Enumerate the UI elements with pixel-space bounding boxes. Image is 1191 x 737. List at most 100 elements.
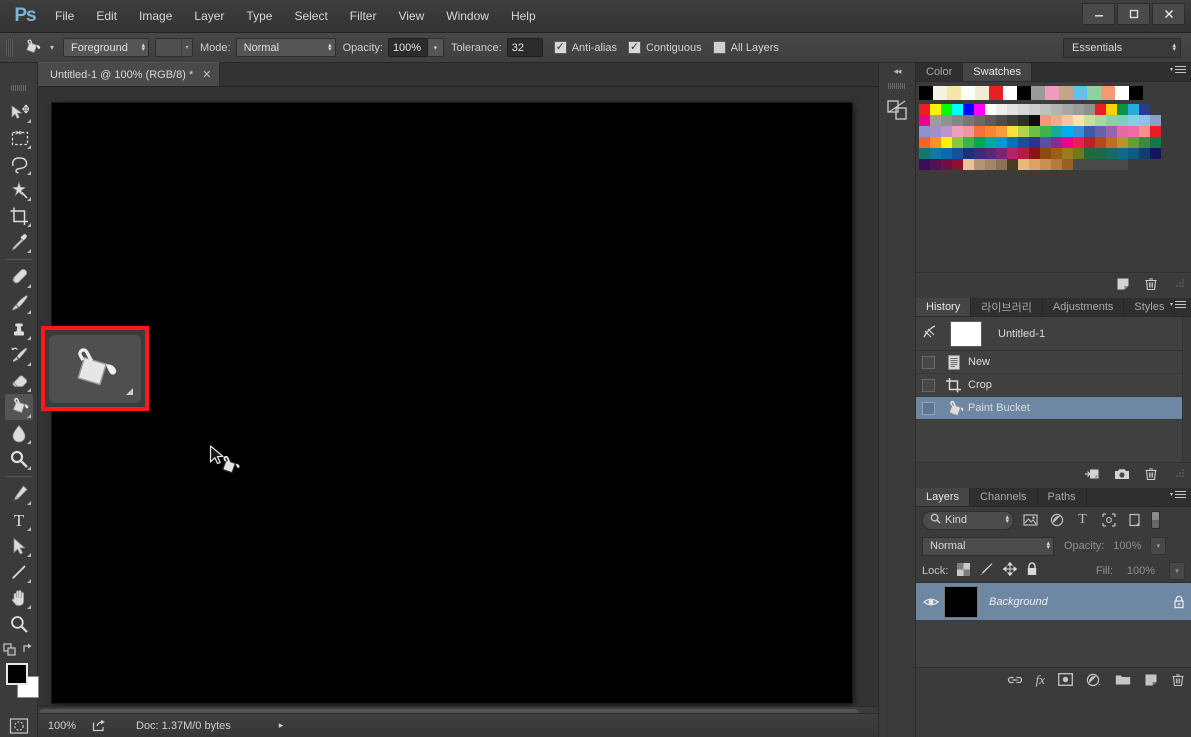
panel-menu-icon[interactable]: ▾ — [1170, 66, 1186, 73]
layer-opacity-slider-button[interactable]: ▾ — [1150, 537, 1167, 555]
history-tab-4[interactable]: Styles — [1124, 298, 1176, 316]
color-swatch[interactable] — [1139, 137, 1150, 148]
rectangular-marquee-tool[interactable] — [5, 125, 33, 151]
lock-transparent-pixels-icon[interactable] — [957, 562, 971, 579]
trash-icon[interactable] — [1144, 467, 1158, 481]
color-swatch[interactable] — [1029, 137, 1040, 148]
color-swatch[interactable] — [1106, 104, 1117, 115]
contiguous-checkbox[interactable]: ✓ Contiguous — [627, 41, 702, 54]
lock-all-icon[interactable] — [1026, 562, 1038, 579]
recent-swatch[interactable] — [1045, 86, 1059, 100]
color-swatch[interactable] — [1073, 159, 1084, 170]
history-brush-source-checkbox[interactable] — [922, 401, 935, 415]
history-snapshot-row[interactable]: Untitled-1 — [916, 317, 1191, 351]
color-swatch[interactable] — [1007, 104, 1018, 115]
color-swatch[interactable] — [996, 159, 1007, 170]
type-layer-filter-icon[interactable]: T — [1073, 511, 1092, 530]
lock-image-pixels-icon[interactable] — [979, 563, 994, 579]
color-swatch[interactable] — [963, 148, 974, 159]
color-swatch[interactable] — [996, 137, 1007, 148]
color-swatch[interactable] — [1040, 115, 1051, 126]
path-selection-tool[interactable] — [5, 533, 33, 559]
quick-selection-tool[interactable] — [5, 177, 33, 203]
color-swatch[interactable] — [1106, 115, 1117, 126]
color-swatch[interactable] — [1062, 137, 1073, 148]
color-swatch[interactable] — [1128, 115, 1139, 126]
panel-resize-grip[interactable] — [1176, 469, 1185, 478]
line-tool[interactable] — [5, 559, 33, 585]
color-swatch[interactable] — [941, 115, 952, 126]
color-swatch[interactable] — [1117, 137, 1128, 148]
color-swatch[interactable] — [1029, 148, 1040, 159]
color-swatch[interactable] — [1051, 104, 1062, 115]
all-layers-checkbox[interactable]: All Layers — [712, 41, 779, 54]
color-swatch[interactable] — [985, 137, 996, 148]
color-swatch[interactable] — [1018, 137, 1029, 148]
pixel-layer-filter-icon[interactable] — [1021, 511, 1040, 530]
add-layer-mask-icon[interactable] — [1058, 673, 1073, 686]
opacity-input[interactable]: 100% — [387, 38, 428, 57]
color-swatch[interactable] — [952, 148, 963, 159]
layer-visibility-eye-icon[interactable] — [920, 596, 942, 608]
color-swatch[interactable] — [963, 126, 974, 137]
tolerance-input[interactable]: 32 — [506, 38, 543, 57]
crop-tool[interactable] — [5, 203, 33, 229]
panel-menu-icon[interactable]: ▾ — [1170, 491, 1186, 498]
color-swatch[interactable] — [952, 137, 963, 148]
color-swatch[interactable] — [996, 115, 1007, 126]
color-swatch[interactable] — [930, 115, 941, 126]
menu-window[interactable]: Window — [435, 5, 500, 27]
color-swatch[interactable] — [1139, 104, 1150, 115]
history-state-row[interactable]: Crop — [916, 374, 1191, 397]
recent-swatch[interactable] — [961, 86, 975, 100]
recent-swatch[interactable] — [1017, 86, 1031, 100]
eyedropper-tool[interactable] — [5, 229, 33, 255]
color-swatch[interactable] — [1095, 115, 1106, 126]
trash-icon[interactable] — [1171, 673, 1185, 687]
color-swatch[interactable] — [930, 126, 941, 137]
color-swatch[interactable] — [952, 126, 963, 137]
history-tab-3[interactable]: Adjustments — [1043, 298, 1125, 316]
menu-layer[interactable]: Layer — [183, 5, 235, 27]
panel-menu-icon[interactable]: ▾ — [1170, 301, 1186, 308]
opacity-slider-button[interactable]: ▾ — [427, 38, 444, 57]
color-swatch[interactable] — [1040, 137, 1051, 148]
color-swatch[interactable] — [952, 115, 963, 126]
color-swatch[interactable] — [1073, 104, 1084, 115]
zoom-level-field[interactable]: 100% — [38, 720, 86, 732]
color-swatch[interactable] — [1007, 126, 1018, 137]
color-swatch[interactable] — [1040, 126, 1051, 137]
menu-image[interactable]: Image — [128, 5, 183, 27]
layer-style-fx-icon[interactable]: fx — [1036, 673, 1045, 686]
color-swatch[interactable] — [1062, 148, 1073, 159]
menu-file[interactable]: File — [44, 5, 85, 27]
new-swatch-icon[interactable] — [1116, 277, 1130, 291]
eraser-tool[interactable] — [5, 368, 33, 394]
horizontal-type-tool[interactable]: T — [5, 507, 33, 533]
color-swatch[interactable] — [1139, 148, 1150, 159]
color-swatch[interactable] — [941, 159, 952, 170]
lasso-tool[interactable] — [5, 151, 33, 177]
menu-edit[interactable]: Edit — [85, 5, 128, 27]
color-swatch[interactable] — [1095, 159, 1106, 170]
color-swatch[interactable] — [1073, 115, 1084, 126]
document-tab[interactable]: Untitled-1 @ 100% (RGB/8) * ✕ — [38, 62, 221, 86]
color-swatch[interactable] — [941, 148, 952, 159]
panel-resize-grip[interactable] — [1176, 279, 1185, 288]
new-document-from-state-icon[interactable] — [1084, 467, 1100, 481]
pen-tool[interactable] — [5, 481, 33, 507]
color-swatch[interactable] — [919, 126, 930, 137]
fill-source-select[interactable]: Foreground ▴ ▾ — [63, 38, 149, 57]
color-swatch[interactable] — [952, 159, 963, 170]
history-scrollbar[interactable] — [1182, 317, 1191, 462]
color-swatch[interactable] — [1128, 137, 1139, 148]
color-swatch[interactable] — [941, 137, 952, 148]
color-swatch[interactable] — [941, 104, 952, 115]
color-swatch[interactable] — [1062, 104, 1073, 115]
color-swatch[interactable] — [1007, 148, 1018, 159]
image-canvas[interactable] — [52, 103, 852, 703]
color-swatch[interactable] — [974, 104, 985, 115]
color-swatch[interactable] — [985, 104, 996, 115]
camera-icon[interactable] — [1114, 467, 1130, 481]
recent-swatch[interactable] — [1115, 86, 1129, 100]
